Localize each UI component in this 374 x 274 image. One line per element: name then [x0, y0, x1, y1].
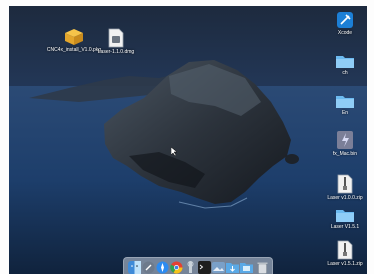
documents-folder-icon — [240, 263, 253, 273]
dock-item-terminal[interactable] — [198, 261, 211, 274]
screenshot-frame: CNC4x_install_V1.0.pkg Laser-1.1.0.dmg X… — [0, 0, 374, 274]
icon-label: Laser v1.5.1.zip — [327, 261, 363, 267]
preview-icon — [212, 262, 225, 273]
safari-icon — [156, 261, 169, 274]
desktop-icon-folder-en[interactable]: En — [323, 93, 367, 116]
icon-label: Laser v1.0.0.zip — [327, 195, 363, 201]
desktop-icon-laser-dmg[interactable]: Laser-1.1.0.dmg — [83, 28, 149, 55]
folder-icon — [336, 210, 354, 222]
icon-label: fx_Mac.bin — [332, 151, 358, 157]
zip-file-icon — [337, 174, 353, 194]
dock-item-finder[interactable] — [128, 261, 141, 274]
desktop-icon-laser-zip-1[interactable]: Laser v1.0.0.zip — [323, 174, 367, 201]
mouse-cursor-icon — [171, 147, 177, 156]
desktop-icon-laser-zip-2[interactable]: Laser v1.5.1.zip — [323, 240, 367, 267]
dock-item-chrome[interactable] — [170, 261, 183, 274]
dock-item-utility[interactable] — [184, 261, 197, 274]
icon-label: Xcode — [337, 30, 353, 36]
desktop-icon-fx-mac-bin[interactable]: fx_Mac.bin — [323, 130, 367, 157]
finder-icon — [128, 261, 141, 274]
zip-file-icon — [337, 240, 353, 260]
dock-item-downloads[interactable] — [226, 261, 239, 274]
desktop: CNC4x_install_V1.0.pkg Laser-1.1.0.dmg X… — [9, 6, 367, 274]
icon-label: ch — [342, 70, 348, 76]
desktop-icon-xcode[interactable]: Xcode — [323, 11, 367, 36]
dock-item-safari[interactable] — [156, 261, 169, 274]
dock-item-launchpad[interactable] — [142, 261, 155, 274]
chrome-icon — [170, 261, 183, 274]
launchpad-icon — [142, 261, 155, 274]
dock-item-preview[interactable] — [212, 261, 225, 274]
package-icon — [65, 29, 83, 45]
dock — [123, 257, 273, 274]
icon-label: En — [341, 110, 349, 116]
desktop-icon-laser-folder[interactable]: Laser V1.5.1 — [323, 207, 367, 230]
dock-item-trash[interactable] — [256, 261, 269, 274]
trash-icon — [257, 262, 268, 274]
binary-file-icon — [337, 131, 353, 149]
dock-item-documents[interactable] — [240, 261, 253, 274]
desktop-icon-folder-ch[interactable]: ch — [323, 53, 367, 76]
xcode-icon — [337, 12, 353, 28]
utility-icon — [187, 261, 194, 273]
terminal-icon — [198, 261, 211, 274]
icon-label: Laser V1.5.1 — [330, 224, 360, 230]
icon-label: Laser-1.1.0.dmg — [97, 49, 135, 55]
downloads-folder-icon — [226, 263, 239, 273]
folder-icon — [336, 56, 354, 68]
folder-icon — [336, 96, 354, 108]
disk-image-icon — [108, 28, 124, 48]
